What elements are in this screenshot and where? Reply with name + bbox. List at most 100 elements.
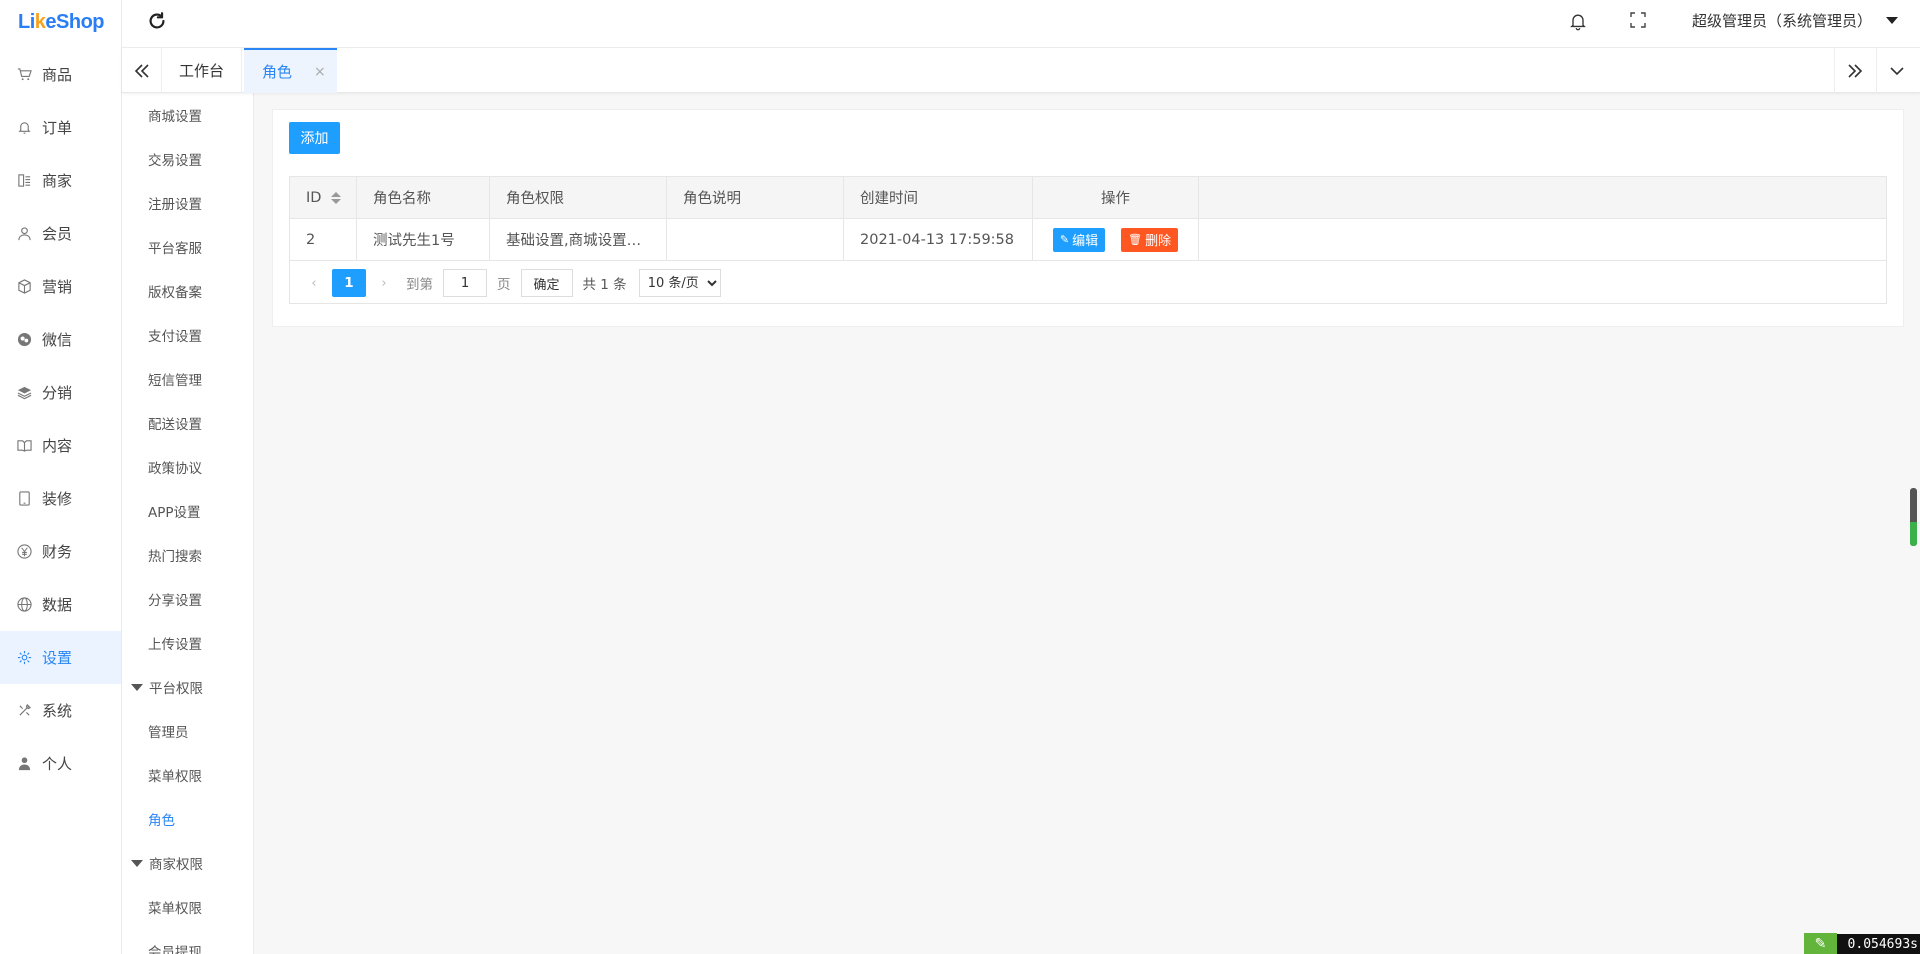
goto-page-input[interactable] <box>443 269 487 297</box>
submenu-item[interactable]: 上传设置 <box>122 621 253 665</box>
tabs-scroll-right-button[interactable] <box>1834 48 1874 93</box>
submenu-item[interactable]: 平台客服 <box>122 225 253 269</box>
sidebar-item-9[interactable]: 财务 <box>0 525 121 578</box>
sidebar-item-0[interactable]: 商品 <box>0 48 121 101</box>
store-icon <box>16 173 32 189</box>
submenu-item[interactable]: 菜单权限 <box>122 753 253 797</box>
caret-down-icon <box>1886 17 1899 24</box>
cell-name: 测试先生1号 <box>357 219 490 260</box>
submenu-item[interactable]: 配送设置 <box>122 401 253 445</box>
sidebar-item-label: 数据 <box>42 596 73 614</box>
layers-icon <box>16 385 32 401</box>
cell-actions: ✎ 编辑 🗑 删除 <box>1033 219 1199 260</box>
prev-page-button[interactable]: ‹ <box>302 269 326 297</box>
submenu-item[interactable]: 交易设置 <box>122 137 253 181</box>
role-table: ID 角色名称 角色权限 角色说明 创建时间 操作 2 测试先生1号 基础设置,… <box>289 176 1887 304</box>
submenu-label: 短信管理 <box>148 373 202 389</box>
edit-button[interactable]: ✎ 编辑 <box>1052 227 1106 252</box>
tablet-icon <box>16 491 32 507</box>
tabs-dropdown-button[interactable] <box>1876 48 1916 93</box>
fullscreen-icon[interactable] <box>1630 12 1646 28</box>
sidebar-item-12[interactable]: 系统 <box>0 684 121 737</box>
goto-confirm-button[interactable]: 确定 <box>520 269 573 297</box>
sidebar-item-label: 商家 <box>42 172 73 190</box>
page-size-select[interactable]: 10 条/页 <box>638 269 721 297</box>
sidebar-item-label: 财务 <box>42 543 73 561</box>
submenu-label: 政策协议 <box>148 461 202 477</box>
tab-label: 角色 <box>262 63 293 81</box>
submenu-label: 注册设置 <box>148 197 202 213</box>
sidebar-item-5[interactable]: 微信 <box>0 313 121 366</box>
sidebar-item-1[interactable]: 订单 <box>0 101 121 154</box>
sidebar-item-8[interactable]: 装修 <box>0 472 121 525</box>
submenu-item[interactable]: 会员提现 <box>122 929 253 954</box>
sidebar-item-3[interactable]: 会员 <box>0 207 121 260</box>
user-menu[interactable]: 超级管理员（系统管理员） <box>1692 10 1899 31</box>
sidebar-item-2[interactable]: 商家 <box>0 154 121 207</box>
column-header-created: 创建时间 <box>844 177 1033 218</box>
submenu-item[interactable]: 版权备案 <box>122 269 253 313</box>
caret-down-icon <box>131 859 143 867</box>
column-header-id[interactable]: ID <box>290 177 357 218</box>
sidebar-item-label: 分销 <box>42 384 73 402</box>
next-page-button[interactable]: › <box>372 269 396 297</box>
submenu-item[interactable]: 短信管理 <box>122 357 253 401</box>
add-role-button[interactable]: 添加 <box>289 122 340 154</box>
sidebar-item-4[interactable]: 营销 <box>0 260 121 313</box>
tab-workbench[interactable]: 工作台 <box>162 48 242 93</box>
user-name: 超级管理员（系统管理员） <box>1692 12 1873 30</box>
person-icon <box>16 756 32 772</box>
logo-text-accent: k <box>34 10 46 33</box>
main-sidebar: Li k eShop 商品订单商家会员营销微信分销内容 装修财务数据设置 系统 个人 <box>0 0 122 954</box>
submenu-label: 上传设置 <box>148 637 202 653</box>
submenu-label: 配送设置 <box>148 417 202 433</box>
tabs-scroll-left-button[interactable] <box>122 48 162 93</box>
submenu-label: 支付设置 <box>148 329 202 345</box>
submenu-item[interactable]: 政策协议 <box>122 445 253 489</box>
submenu-group[interactable]: 平台权限 <box>122 665 253 709</box>
debug-logo-icon[interactable]: ✎ <box>1804 933 1837 954</box>
sidebar-item-7[interactable]: 内容 <box>0 419 121 472</box>
cell-permissions: 基础设置,商城设置… <box>490 219 667 260</box>
sidebar-item-label: 订单 <box>42 119 73 137</box>
submenu-item[interactable]: 商城设置 <box>122 93 253 137</box>
cart-icon <box>16 67 32 83</box>
double-chevron-left-icon <box>134 63 149 78</box>
submenu-item[interactable]: 管理员 <box>122 709 253 753</box>
tab-role[interactable]: 角色 × <box>244 48 337 93</box>
submenu-item[interactable]: 分享设置 <box>122 577 253 621</box>
submenu-item[interactable]: APP设置 <box>122 489 253 533</box>
submenu-item[interactable]: 热门搜索 <box>122 533 253 577</box>
submenu-label: 菜单权限 <box>148 769 202 785</box>
submenu-label: 角色 <box>148 813 175 829</box>
submenu-item[interactable]: 角色 <box>122 797 253 841</box>
app: Li k eShop 商品订单商家会员营销微信分销内容 装修财务数据设置 系统 个人 商城… <box>0 0 1920 954</box>
close-tab-icon[interactable]: × <box>314 64 326 80</box>
gear-icon <box>16 650 32 666</box>
refresh-icon[interactable] <box>146 10 168 32</box>
notification-bell-icon[interactable] <box>1568 11 1588 31</box>
trash-icon: 🗑 <box>1128 234 1143 246</box>
logo[interactable]: Li k eShop <box>0 0 121 44</box>
submenu-group[interactable]: 商家权限 <box>122 841 253 885</box>
submenu-item[interactable]: 注册设置 <box>122 181 253 225</box>
submenu-item[interactable]: 支付设置 <box>122 313 253 357</box>
sidebar-item-10[interactable]: 数据 <box>0 578 121 631</box>
column-header-description: 角色说明 <box>667 177 844 218</box>
delete-button[interactable]: 🗑 删除 <box>1121 227 1179 252</box>
sidebar-item-label: 商品 <box>42 66 73 84</box>
sidebar-item-label: 营销 <box>42 278 73 296</box>
tab-label: 工作台 <box>178 62 224 80</box>
scrollbar-thumb[interactable] <box>1910 488 1917 546</box>
sidebar-item-11[interactable]: 设置 <box>0 631 121 684</box>
sidebar-item-6[interactable]: 分销 <box>0 366 121 419</box>
tools-icon <box>16 703 32 719</box>
current-page-button[interactable]: 1 <box>332 269 366 297</box>
goto-label: 到第 <box>406 277 433 293</box>
cell-created: 2021-04-13 17:59:58 <box>844 219 1033 260</box>
submenu-item[interactable]: 菜单权限 <box>122 885 253 929</box>
sort-icon[interactable] <box>331 191 342 204</box>
sidebar-item-13[interactable]: 个人 <box>0 737 121 790</box>
role-list-card: 添加 ID 角色名称 角色权限 角色说明 创建时间 操作 2 测试先生1号 基础… <box>272 109 1904 327</box>
total-count: 共 1 条 <box>582 277 627 293</box>
